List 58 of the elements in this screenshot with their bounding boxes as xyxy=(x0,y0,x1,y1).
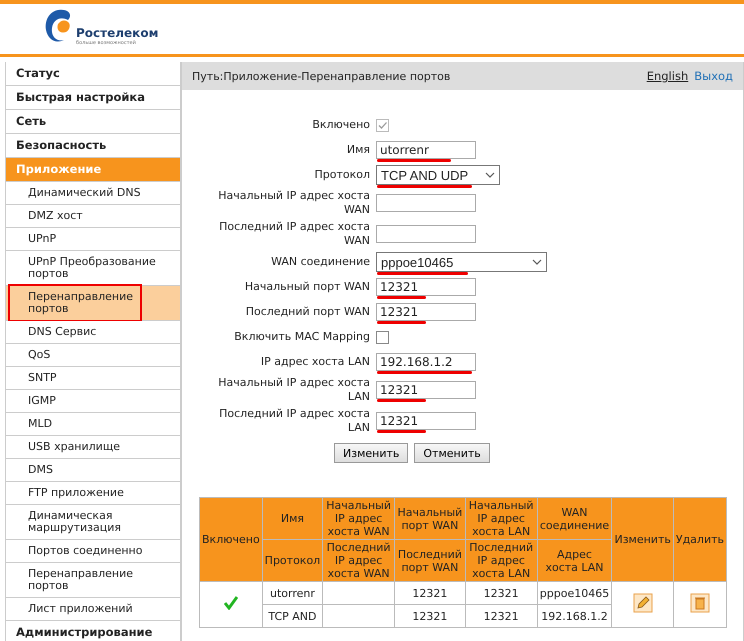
column-header: Последний IP адрес хоста WAN xyxy=(322,540,394,582)
field-label: Имя xyxy=(346,143,370,157)
field-label: Начальный IP адрес хоста LAN xyxy=(217,376,370,404)
table-cell: 12321 xyxy=(465,582,538,604)
field-label: Начальный порт WAN xyxy=(244,280,370,294)
field-label: Последний IP адрес хоста LAN xyxy=(218,407,370,435)
table-cell: 12321 xyxy=(394,604,466,628)
form-button[interactable]: Отменить xyxy=(414,443,490,463)
table-cell: pppoe10465 xyxy=(537,582,612,604)
input-field[interactable]: 192.168.1.2 xyxy=(376,353,476,371)
logout-link[interactable]: Выход xyxy=(694,69,733,83)
column-header: Имя xyxy=(262,498,323,540)
input-field[interactable]: 12321 xyxy=(376,381,476,399)
caret-icon xyxy=(532,259,542,265)
field-label: IP адрес хоста LAN xyxy=(260,355,370,369)
field-label: Последний порт WAN xyxy=(244,305,370,319)
table-cell: 12321 xyxy=(465,604,538,628)
input-field[interactable]: 12321 xyxy=(376,412,476,430)
field-label: Начальный IP адрес хоста WAN xyxy=(217,189,370,217)
column-header: Включено xyxy=(200,498,262,582)
field-label: WAN соединение xyxy=(270,255,370,269)
sidebar-item[interactable]: DNS Сервис xyxy=(6,321,180,344)
caret-icon xyxy=(485,172,495,178)
dropdown[interactable]: TCP AND UDP xyxy=(376,165,500,185)
input-field[interactable]: 12321 xyxy=(376,278,476,296)
table-cell: 12321 xyxy=(394,582,466,604)
input-field[interactable] xyxy=(376,194,476,212)
table-cell xyxy=(322,604,394,628)
column-header: Начальный IP адрес хоста WAN xyxy=(322,498,394,540)
trash-icon[interactable] xyxy=(690,593,710,613)
form-button[interactable]: Изменить xyxy=(334,443,408,463)
sidebar-item[interactable]: Перенаправление портов xyxy=(6,286,180,321)
column-header: Начальный порт WAN xyxy=(394,498,466,540)
field-label: Включено xyxy=(311,118,370,132)
column-header: Начальный IP адрес хоста LAN xyxy=(465,498,538,540)
field-label: Включить MAC Mapping xyxy=(233,330,370,344)
field-label: Последний IP адрес хоста WAN xyxy=(218,220,370,248)
column-header: Последний IP адрес хоста LAN xyxy=(465,540,538,582)
column-header: Адрес хоста LAN xyxy=(537,540,612,582)
field-label: Протокол xyxy=(313,168,370,182)
column-header: Протокол xyxy=(262,540,323,582)
input-field[interactable] xyxy=(376,225,476,243)
table-cell: TCP AND xyxy=(262,604,323,628)
edit-pencil-icon[interactable] xyxy=(632,593,653,613)
column-header: WAN соединение xyxy=(537,498,612,540)
breadcrumb-path: Путь:Приложение-Перенаправление портов xyxy=(192,70,450,82)
dropdown[interactable]: pppoe10465 xyxy=(376,252,547,272)
column-header: Удалить xyxy=(673,498,726,582)
language-link[interactable]: English xyxy=(646,69,688,83)
brand-name: Ростелеком xyxy=(76,26,158,40)
checkbox[interactable] xyxy=(376,330,389,344)
column-header: Последний порт WAN xyxy=(394,540,466,582)
input-field[interactable]: utorrenr xyxy=(376,141,476,159)
column-header: Изменить xyxy=(612,498,674,582)
check-icon xyxy=(224,596,238,610)
input-field[interactable]: 12321 xyxy=(376,303,476,321)
table-cell xyxy=(322,582,394,604)
table-cell: utorrenr xyxy=(262,582,323,604)
